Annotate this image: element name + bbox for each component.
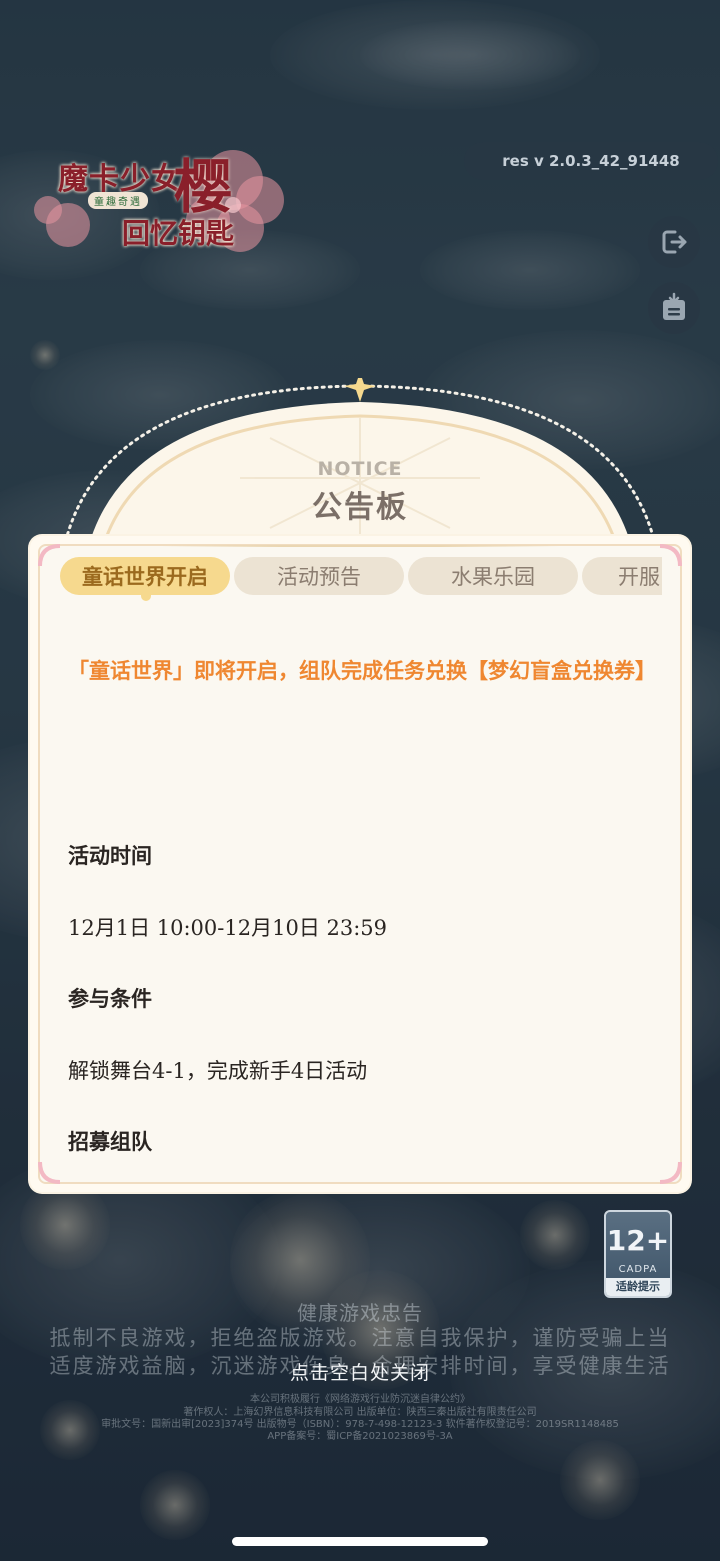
age-rating-number: 12+	[606, 1224, 670, 1257]
tab-server-open[interactable]: 开服	[582, 557, 662, 595]
corner-ornament-icon	[660, 544, 682, 566]
age-rating-badge[interactable]: 12+ CADPA 适龄提示	[604, 1210, 672, 1298]
version-label: res v 2.0.3_42_91448	[464, 142, 718, 180]
tap-to-close-hint[interactable]: 点击空白处关闭	[0, 1358, 720, 1385]
logout-icon	[662, 230, 687, 254]
notice-label-en: NOTICE	[317, 458, 403, 480]
tab-fairy-world[interactable]: 童话世界开启	[60, 557, 230, 595]
fine-print-line: APP备案号：蜀ICP备2021023869号-3A	[267, 1431, 453, 1442]
age-rating-org: CADPA	[618, 1264, 658, 1275]
section-heading-time: 活动时间	[68, 844, 152, 868]
corner-ornament-icon	[38, 544, 60, 566]
game-logo: 魔卡少女 樱 童趣奇遇 回忆钥匙	[28, 140, 288, 260]
notice-board-button[interactable]	[648, 282, 700, 334]
section-body-time: 12月1日 10:00-12月10日 23:59	[68, 916, 388, 940]
logout-button[interactable]	[648, 216, 700, 268]
title-divider	[160, 545, 560, 547]
corner-ornament-icon	[660, 1162, 682, 1184]
section-heading-conditions: 参与条件	[68, 987, 152, 1011]
section-heading-team: 招募组队	[68, 1130, 152, 1154]
age-rating-label: 适龄提示	[606, 1278, 670, 1296]
notice-board-icon	[663, 292, 685, 320]
corner-ornament-icon	[38, 1162, 60, 1184]
home-indicator[interactable]	[232, 1537, 488, 1546]
tab-fruit-park[interactable]: 水果乐园	[408, 557, 578, 595]
tab-event-preview[interactable]: 活动预告	[234, 557, 404, 595]
notice-title: 公告板	[312, 490, 408, 525]
health-advice-line1: 抵制不良游戏，拒绝盗版游戏。注意自我保护，谨防受骗上当	[49, 1326, 671, 1350]
section-body-conditions: 解锁舞台4-1，完成新手4日活动	[68, 1059, 368, 1083]
logo-subtitle: 回忆钥匙	[122, 217, 235, 250]
notice-tabs: 童话世界开启 活动预告 水果乐园 开服	[58, 557, 662, 597]
notice-headline: 「童话世界」即将开启，组队完成任务兑换【梦幻盲盒兑换券】	[68, 659, 656, 683]
logo-tagline: 童趣奇遇	[88, 192, 148, 209]
star-icon	[344, 378, 376, 402]
